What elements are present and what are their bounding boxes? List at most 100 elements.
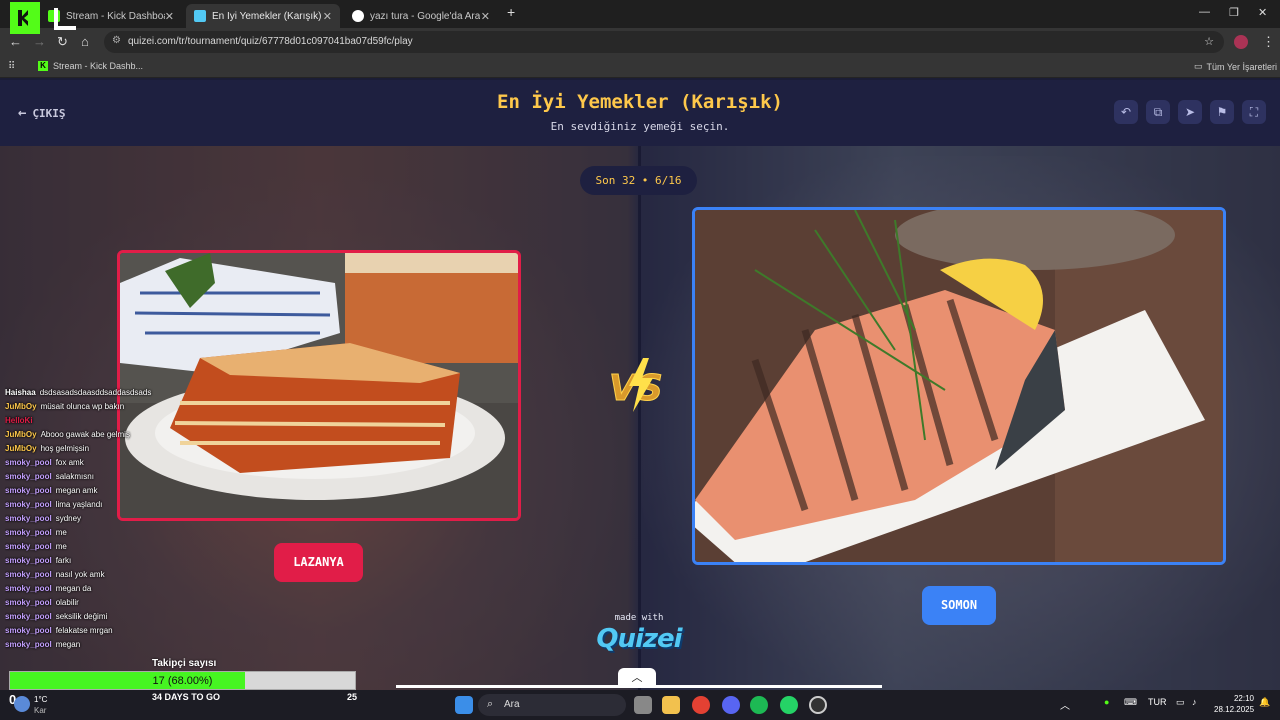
minimize-icon[interactable]: — (1199, 6, 1210, 18)
quizei-logo[interactable]: Quizei (596, 624, 682, 654)
chat-username[interactable]: smoky_pool (5, 612, 52, 621)
discord-icon[interactable] (722, 696, 740, 714)
chat-username[interactable]: smoky_pool (5, 514, 52, 523)
windows-start-icon[interactable] (455, 696, 473, 714)
chat-username[interactable]: HelloKi (5, 416, 33, 425)
language-indicator[interactable]: TUR (1148, 697, 1167, 707)
close-tab-icon[interactable]: ✕ (481, 10, 490, 23)
bookmarks-bar: ⠿ K Stream - Kick Dashb... ▭ Tüm Yer İşa… (0, 56, 1280, 78)
bookmark-label: Stream - Kick Dashb... (53, 61, 144, 71)
quizei-favicon-icon (194, 10, 206, 22)
task-view-icon[interactable] (634, 696, 652, 714)
notification-bell-icon[interactable]: 🔔 (1259, 697, 1270, 708)
send-button[interactable]: ➤ (1178, 100, 1202, 124)
tab-title: En İyi Yemekler (Karışık) - Tier Lis (212, 10, 322, 22)
bookmark-star-icon[interactable]: ☆ (1204, 35, 1214, 48)
google-favicon-icon (352, 10, 364, 22)
chevron-up-icon: ︿ (631, 672, 643, 684)
apps-icon[interactable]: ⠿ (8, 61, 15, 72)
network-icon[interactable]: ▭ (1176, 697, 1185, 708)
taskbar-clock[interactable]: 22:10 28.12.2025 (1214, 693, 1254, 715)
whatsapp-icon[interactable] (780, 696, 798, 714)
new-tab-icon[interactable]: + (507, 4, 515, 20)
chat-username[interactable]: smoky_pool (5, 500, 52, 509)
chat-message: smoky_pool felakatse mrgan (5, 624, 165, 638)
chat-message: JuMbOy Abooo gawak abe gelmiş (5, 428, 165, 442)
spotify-icon[interactable] (750, 696, 768, 714)
chat-text: farkı (55, 556, 72, 565)
chat-message: smoky_pool me (5, 526, 165, 540)
chat-username[interactable]: smoky_pool (5, 458, 52, 467)
tab-quizei[interactable]: En İyi Yemekler (Karışık) - Tier Lis ✕ (186, 4, 340, 28)
chat-username[interactable]: JuMbOy (5, 444, 37, 453)
chat-username[interactable]: JuMbOy (5, 402, 37, 411)
made-with-label: made with (614, 613, 664, 623)
forward-icon[interactable]: → (33, 34, 46, 49)
chat-message: smoky_pool fox amk (5, 456, 165, 470)
chat-username[interactable]: smoky_pool (5, 556, 52, 565)
round-indicator: Son 32 • 6/16 (580, 166, 697, 195)
stream-chat-overlay: Haishaa dsdsasadsdaasddsaddasdsads JuMbOy m… (5, 386, 165, 652)
file-explorer-icon[interactable] (662, 696, 680, 714)
chat-message: smoky_pool olabilir (5, 596, 165, 610)
home-icon[interactable]: ⌂ (81, 34, 89, 49)
bookmark-kick-dashboard[interactable]: K Stream - Kick Dashb... (38, 61, 143, 71)
choose-somon-button[interactable]: SOMON (922, 586, 996, 625)
address-bar: ← → ↻ ⌂ ⚙ quizei.com/tr/tournament/quiz/… (0, 28, 1280, 56)
quiz-title: En İyi Yemekler (Karışık) (497, 91, 783, 113)
chat-username[interactable]: smoky_pool (5, 584, 52, 593)
chrome-icon[interactable] (692, 696, 710, 714)
obs-icon[interactable] (809, 696, 827, 714)
chat-username[interactable]: JuMbOy (5, 430, 37, 439)
chat-username[interactable]: smoky_pool (5, 570, 52, 579)
chat-username[interactable]: smoky_pool (5, 542, 52, 551)
tray-expand-icon[interactable]: ︿ (1060, 697, 1070, 712)
all-bookmarks-folder[interactable]: ▭ Tüm Yer İşaretleri (1194, 61, 1277, 72)
profile-avatar[interactable] (1234, 35, 1248, 49)
all-bookmarks-label: Tüm Yer İşaretleri (1206, 61, 1278, 72)
lasagna-image-card[interactable] (117, 250, 521, 521)
clock-date: 28.12.2025 (1214, 705, 1255, 714)
tab-google-search[interactable]: yazı tura - Google'da Ara ✕ (344, 4, 498, 28)
share-button[interactable]: ⧉ (1146, 100, 1170, 124)
chat-text: megan amk (55, 486, 98, 495)
salmon-image-card[interactable] (692, 207, 1226, 565)
url-field[interactable]: ⚙ quizei.com/tr/tournament/quiz/67778d01… (104, 31, 1224, 53)
keyboard-icon[interactable]: ⌨ (1124, 697, 1137, 708)
restore-icon[interactable]: ❐ (1229, 6, 1239, 19)
menu-icon[interactable]: ⋮ (1262, 34, 1275, 50)
kick-favicon-icon: K (38, 61, 48, 71)
volume-icon[interactable]: ♪ (1192, 697, 1197, 707)
kick-overlay-mark (54, 8, 76, 30)
search-icon: ⌕ (487, 698, 494, 710)
chat-message: smoky_pool megan da (5, 582, 165, 596)
choose-lazanya-button[interactable]: LAZANYA (274, 543, 363, 582)
site-info-icon[interactable]: ⚙ (112, 35, 121, 46)
chat-username[interactable]: smoky_pool (5, 528, 52, 537)
back-icon[interactable]: ← (9, 34, 22, 49)
close-window-icon[interactable]: ✕ (1258, 6, 1267, 19)
follower-days-left: 34 DAYS TO GO (152, 692, 221, 702)
weather-icon[interactable] (14, 696, 30, 712)
microphone-icon[interactable]: ● (1104, 697, 1109, 707)
chat-text: Abooo gawak abe gelmiş (40, 430, 130, 439)
chat-text: megan da (55, 584, 92, 593)
chat-message: smoky_pool megan amk (5, 484, 165, 498)
chat-username[interactable]: smoky_pool (5, 598, 52, 607)
chat-username[interactable]: smoky_pool (5, 472, 52, 481)
chat-username[interactable]: smoky_pool (5, 626, 52, 635)
chat-message: smoky_pool nasıl yok amk (5, 568, 165, 582)
chat-text: megan (55, 640, 81, 649)
fullscreen-button[interactable]: ⛶ (1242, 100, 1266, 124)
chat-username[interactable]: smoky_pool (5, 640, 52, 649)
reload-icon[interactable]: ↻ (57, 34, 68, 50)
close-tab-icon[interactable]: ✕ (165, 10, 174, 23)
scroll-indicator (396, 685, 882, 688)
chat-username[interactable]: Haishaa (5, 388, 36, 397)
taskbar-search[interactable]: ⌕ Ara (478, 694, 626, 716)
chat-username[interactable]: smoky_pool (5, 486, 52, 495)
chat-message: Haishaa dsdsasadsdaasddsaddasdsads (5, 386, 165, 400)
report-button[interactable]: ⚑ (1210, 100, 1234, 124)
close-tab-icon[interactable]: ✕ (323, 10, 332, 23)
undo-button[interactable]: ↶ (1114, 100, 1138, 124)
